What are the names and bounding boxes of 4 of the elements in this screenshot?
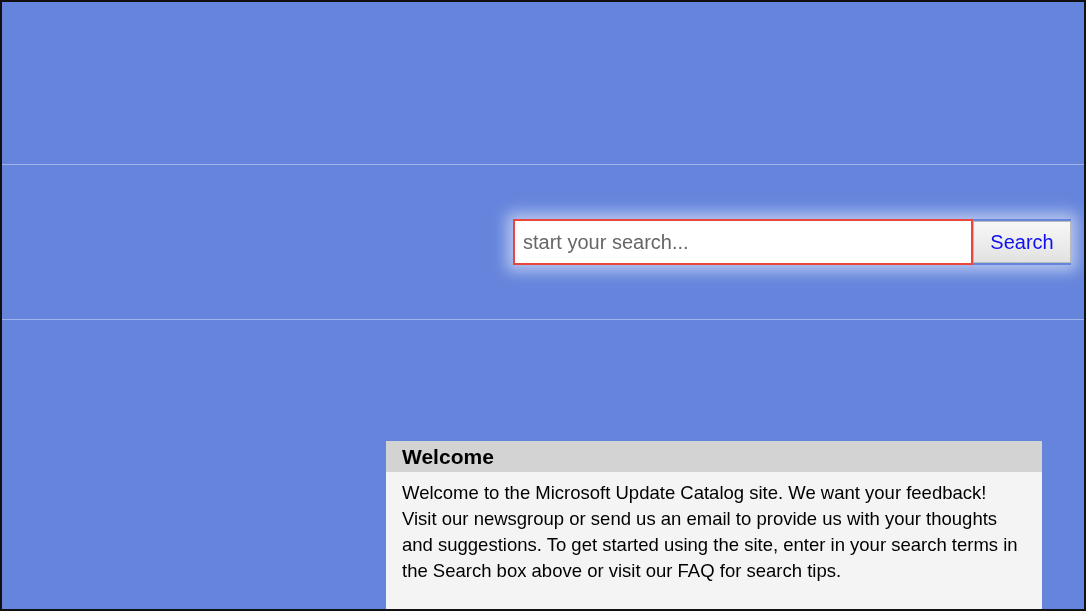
search-field[interactable]: start your search... (513, 219, 973, 265)
welcome-title: Welcome (402, 443, 494, 470)
welcome-text: Welcome to the Microsoft Update Catalog site. We want your feedback! Visit our newsgroup or send us an email to provide us with your thoughts and suggestions. To get started using the site, enter in your search terms in the Search box above or visit our FAQ for search tips. (401, 481, 1019, 583)
search-button[interactable]: Search (973, 221, 1071, 263)
